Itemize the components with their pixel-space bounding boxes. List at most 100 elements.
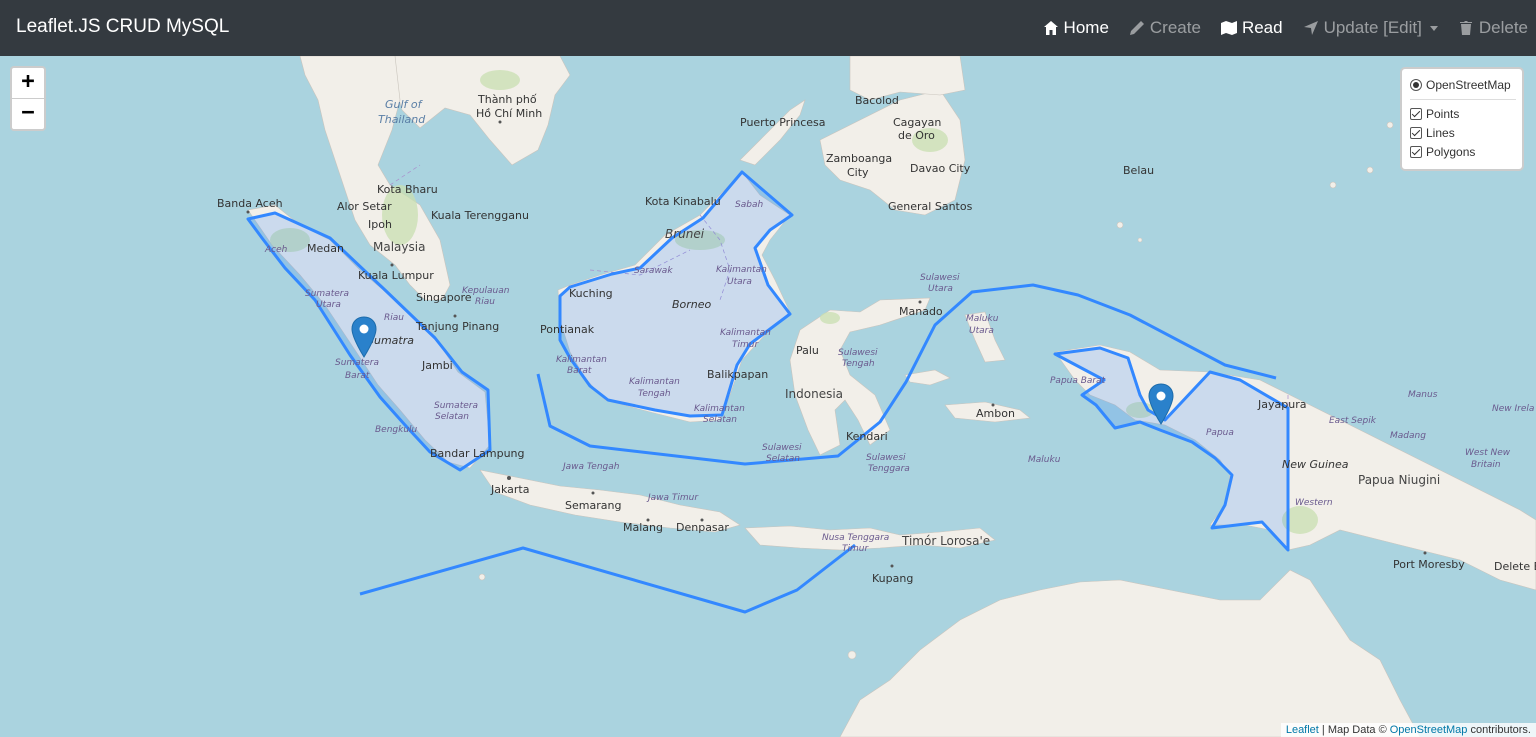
svg-text:Utara: Utara <box>316 300 341 310</box>
svg-text:Sabah: Sabah <box>735 200 763 210</box>
attribution-suffix: contributors. <box>1467 724 1531 736</box>
svg-text:Timór Lorosa'e: Timór Lorosa'e <box>901 534 990 548</box>
nav-read[interactable]: Read <box>1220 18 1283 38</box>
svg-text:Tengah: Tengah <box>842 359 875 369</box>
svg-text:New Guinea: New Guinea <box>1282 458 1349 471</box>
svg-text:Thailand: Thailand <box>378 113 426 126</box>
svg-text:Bengkulu: Bengkulu <box>375 425 418 435</box>
checkbox-icon[interactable] <box>1410 126 1422 139</box>
svg-text:Nusa Tenggara: Nusa Tenggara <box>822 533 889 543</box>
overlay-label-lines: Lines <box>1426 125 1455 140</box>
svg-text:East Sepik: East Sepik <box>1329 416 1377 426</box>
attribution-separator: | Map Data © <box>1318 724 1390 736</box>
svg-text:Hồ Chí Minh: Hồ Chí Minh <box>476 107 542 120</box>
svg-text:Malaysia: Malaysia <box>373 240 425 254</box>
svg-text:Belau: Belau <box>1123 164 1154 177</box>
chevron-down-icon <box>1429 25 1438 31</box>
map-icon <box>1220 21 1237 35</box>
svg-text:City: City <box>847 166 869 179</box>
svg-text:Zamboanga: Zamboanga <box>826 152 892 165</box>
nav-home[interactable]: Home <box>1043 18 1109 38</box>
svg-text:Palu: Palu <box>796 344 819 357</box>
svg-text:Madang: Madang <box>1390 431 1426 441</box>
svg-text:Kuching: Kuching <box>569 287 613 300</box>
svg-text:Sulawesi: Sulawesi <box>838 348 878 358</box>
svg-text:Thành phố: Thành phố <box>477 93 537 106</box>
svg-text:Pontianak: Pontianak <box>540 323 595 336</box>
svg-text:Kalimantan: Kalimantan <box>720 328 771 338</box>
nav-create[interactable]: Create <box>1129 18 1201 38</box>
svg-text:Britain: Britain <box>1471 460 1501 470</box>
svg-text:Jakarta: Jakarta <box>490 483 529 496</box>
layers-separator <box>1410 99 1516 100</box>
svg-text:Barat: Barat <box>567 366 592 376</box>
zoom-control: + − <box>10 66 46 131</box>
svg-text:Papua: Papua <box>1206 428 1234 438</box>
svg-text:Barat: Barat <box>345 371 370 381</box>
nav-home-label: Home <box>1063 18 1109 37</box>
svg-text:Indonesia: Indonesia <box>785 387 843 401</box>
nav-read-label: Read <box>1241 18 1283 37</box>
nav-update-dropdown[interactable]: Update [Edit] <box>1303 18 1438 38</box>
svg-text:Western: Western <box>1295 498 1333 508</box>
radio-icon[interactable] <box>1410 78 1422 91</box>
svg-text:Maluku: Maluku <box>966 314 999 324</box>
svg-text:Kalimantan: Kalimantan <box>556 355 607 365</box>
attribution-leaflet-link[interactable]: Leaflet <box>1286 724 1319 736</box>
navbar: Leaflet.JS CRUD MySQL Home Create Read U… <box>0 0 1536 56</box>
checkbox-icon[interactable] <box>1410 145 1422 158</box>
attribution-osm-link[interactable]: OpenStreetMap <box>1390 724 1468 736</box>
map-container[interactable]: Thành phố Hồ Chí Minh Gulf of Thailand B… <box>0 56 1536 737</box>
svg-text:Kupang: Kupang <box>872 572 913 585</box>
svg-text:Kota Bharu: Kota Bharu <box>377 183 438 196</box>
svg-text:Semarang: Semarang <box>565 499 621 512</box>
svg-text:Maluku: Maluku <box>1028 455 1061 465</box>
base-map: Thành phố Hồ Chí Minh Gulf of Thailand B… <box>217 56 1536 737</box>
pencil-icon <box>1129 21 1144 35</box>
layers-control: OpenStreetMap Points Lines Polygons <box>1400 67 1524 171</box>
svg-text:Kuala Lumpur: Kuala Lumpur <box>358 269 434 282</box>
map-marker-papua[interactable] <box>1148 383 1174 425</box>
svg-text:Kalimantan: Kalimantan <box>629 377 680 387</box>
svg-text:Jayapura: Jayapura <box>1257 398 1306 411</box>
nav-delete[interactable]: Delete <box>1458 18 1528 38</box>
map-marker-sumatra[interactable] <box>351 316 377 358</box>
svg-text:Ipoh: Ipoh <box>368 218 392 231</box>
svg-text:General Santos: General Santos <box>888 200 973 213</box>
svg-text:West New: West New <box>1465 448 1511 458</box>
svg-text:Kepulauan: Kepulauan <box>462 286 510 296</box>
line-south-arc[interactable] <box>359 543 856 614</box>
svg-text:Kalimantan: Kalimantan <box>694 404 745 414</box>
svg-text:Gulf of: Gulf of <box>385 98 424 111</box>
svg-text:Denpasar: Denpasar <box>676 521 729 534</box>
overlay-option-polygons[interactable]: Polygons <box>1410 142 1516 161</box>
svg-text:Sumatera: Sumatera <box>335 358 379 368</box>
svg-text:Alor Setar: Alor Setar <box>337 200 392 213</box>
base-layer-option[interactable]: OpenStreetMap <box>1410 75 1516 94</box>
overlay-option-points[interactable]: Points <box>1410 104 1516 123</box>
svg-text:Kota Kinabalu: Kota Kinabalu <box>645 195 721 208</box>
svg-text:Bacolod: Bacolod <box>855 94 899 107</box>
svg-text:Balikpapan: Balikpapan <box>707 368 768 381</box>
nav-create-label: Create <box>1149 18 1201 37</box>
svg-text:Kuala Terengganu: Kuala Terengganu <box>431 209 529 222</box>
zoom-in-button[interactable]: + <box>12 68 44 99</box>
nav-update-label: Update [Edit] <box>1323 18 1422 37</box>
svg-text:de Oro: de Oro <box>898 129 935 142</box>
overlay-option-lines[interactable]: Lines <box>1410 123 1516 142</box>
attribution: Leaflet | Map Data © OpenStreetMap contr… <box>1280 723 1536 737</box>
svg-text:Jawa Timur: Jawa Timur <box>646 493 699 503</box>
svg-text:Port Moresby: Port Moresby <box>1393 558 1465 571</box>
svg-text:Puerto Princesa: Puerto Princesa <box>740 116 826 129</box>
svg-text:Sumatera: Sumatera <box>434 401 478 411</box>
location-arrow-icon <box>1303 21 1318 35</box>
svg-text:Selatan: Selatan <box>703 415 737 425</box>
svg-text:Cagayan: Cagayan <box>893 116 941 129</box>
svg-text:Jambi: Jambi <box>421 359 453 372</box>
checkbox-icon[interactable] <box>1410 107 1422 120</box>
navbar-brand[interactable]: Leaflet.JS CRUD MySQL <box>16 16 229 38</box>
zoom-out-button[interactable]: − <box>12 99 44 129</box>
svg-text:Timur: Timur <box>732 340 759 350</box>
trash-icon <box>1459 21 1472 35</box>
svg-text:Davao City: Davao City <box>910 162 971 175</box>
